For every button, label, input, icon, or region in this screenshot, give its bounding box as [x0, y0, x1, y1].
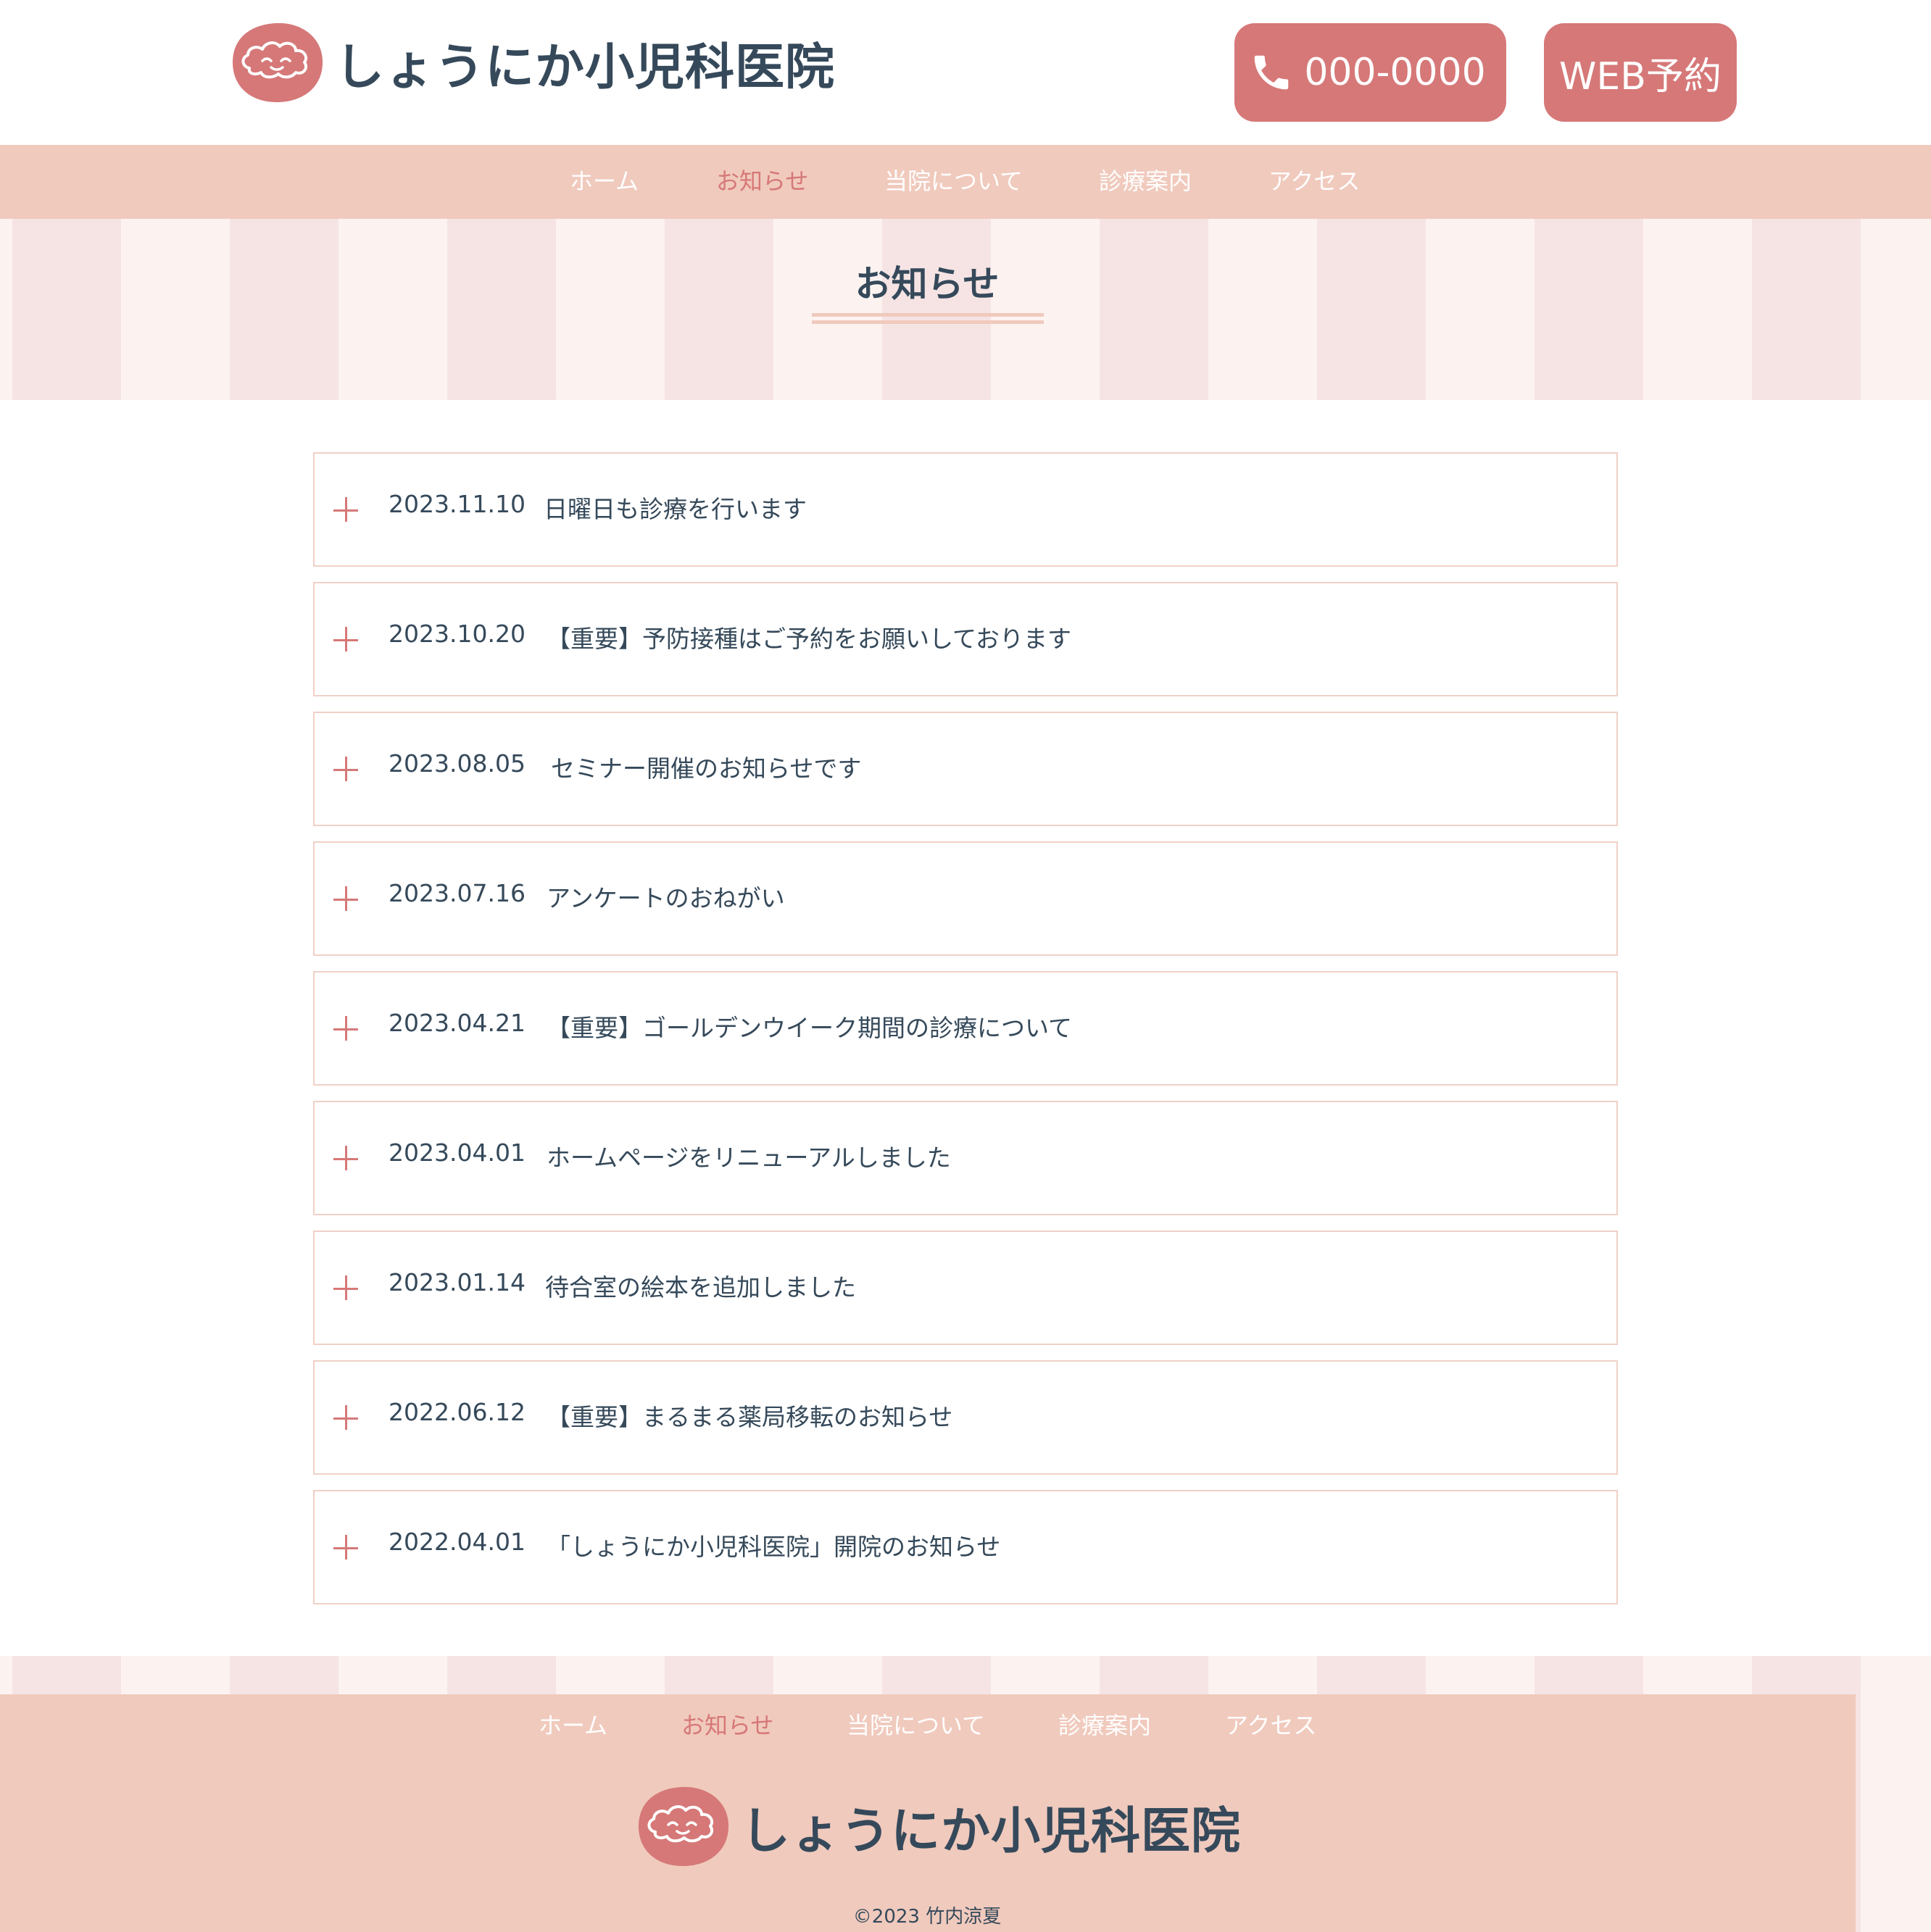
page-hero: [0, 219, 1931, 400]
news-item[interactable]: 2023.11.10 日曜日も診療を行います: [313, 452, 1618, 567]
news-date: 2023.07.16: [389, 879, 526, 907]
news-item[interactable]: 2023.08.05 セミナー開催のお知らせです: [313, 712, 1618, 826]
news-date: 2022.04.01: [389, 1528, 526, 1556]
plus-icon[interactable]: [333, 1015, 362, 1044]
nav-item-about[interactable]: 当院について: [884, 145, 1023, 219]
news-date: 2023.08.05: [389, 749, 526, 778]
news-item[interactable]: 2023.04.21 【重要】ゴールデンウイーク期間の診療について: [313, 971, 1618, 1086]
nav-item-home[interactable]: ホーム: [570, 145, 639, 219]
phone-icon: [1255, 55, 1289, 90]
global-nav: ホーム お知らせ 当院について 診療案内 アクセス: [0, 145, 1931, 219]
footer-nav-item-news[interactable]: お知らせ: [681, 1700, 773, 1751]
news-title: 待合室の絵本を追加しました: [545, 1273, 856, 1302]
plus-icon[interactable]: [333, 1533, 362, 1562]
news-date: 2023.04.21: [389, 1009, 526, 1037]
plus-icon[interactable]: [333, 1274, 362, 1303]
footer-nav-item-home[interactable]: ホーム: [539, 1700, 607, 1751]
plus-icon[interactable]: [333, 496, 362, 525]
news-item[interactable]: 2023.07.16 アンケートのおねがい: [313, 841, 1618, 956]
news-item[interactable]: 2023.01.14 待合室の絵本を追加しました: [313, 1231, 1618, 1345]
news-title: 【重要】予防接種はご予約をお願いしております: [547, 625, 1072, 653]
news-title: 「しょうにか小児科医院」開院のお知らせ: [547, 1533, 1001, 1561]
news-date: 2023.10.20: [389, 620, 526, 648]
news-date: 2023.01.14: [389, 1268, 526, 1296]
nav-item-services[interactable]: 診療案内: [1099, 145, 1192, 219]
plus-icon[interactable]: [333, 625, 362, 654]
news-title: 【重要】まるまる薬局移転のお知らせ: [547, 1403, 953, 1431]
news-item[interactable]: 2023.10.20 【重要】予防接種はご予約をお願いしております: [313, 582, 1618, 696]
footer-site-name: しょうにか小児科医院: [741, 1802, 1242, 1860]
news-title: 【重要】ゴールデンウイーク期間の診療について: [547, 1014, 1073, 1042]
news-date: 2022.06.12: [389, 1398, 526, 1426]
news-date: 2023.04.01: [389, 1138, 526, 1167]
footer-nav-item-about[interactable]: 当院について: [847, 1700, 985, 1751]
footer-logo[interactable]: しょうにか小児科医院: [636, 1783, 1241, 1870]
news-item[interactable]: 2022.06.12 【重要】まるまる薬局移転のお知らせ: [313, 1360, 1618, 1475]
news-item[interactable]: 2023.04.01 ホームページをリニューアルしました: [313, 1101, 1618, 1215]
footer-nav-item-services[interactable]: 診療案内: [1058, 1700, 1151, 1751]
site-header: しょうにか小児科医院 000-0000 WEB予約: [0, 0, 1931, 145]
plus-icon[interactable]: [333, 755, 362, 784]
news-date: 2023.11.10: [389, 490, 526, 518]
cloud-face-logo-icon: [233, 22, 323, 102]
plus-icon[interactable]: [333, 1144, 362, 1173]
news-title: セミナー開催のお知らせです: [551, 754, 862, 783]
phone-call-button[interactable]: 000-0000: [1234, 23, 1506, 122]
site-name: しょうにか小児科医院: [335, 38, 836, 96]
nav-item-access[interactable]: アクセス: [1268, 145, 1360, 219]
nav-item-news[interactable]: お知らせ: [716, 145, 808, 219]
plus-icon[interactable]: [333, 1404, 362, 1433]
cloud-face-logo-icon: [639, 1786, 729, 1866]
header-logo[interactable]: しょうにか小児科医院: [231, 19, 835, 106]
page-title: お知らせ: [855, 263, 1000, 305]
plus-icon[interactable]: [333, 885, 362, 914]
copyright: ©2023 竹内涼夏: [852, 1906, 1002, 1928]
web-reservation-label: WEB予約: [1559, 54, 1722, 99]
title-underline: [812, 313, 1044, 317]
web-reservation-button[interactable]: WEB予約: [1544, 23, 1737, 122]
news-item[interactable]: 2022.04.01 「しょうにか小児科医院」開院のお知らせ: [313, 1490, 1618, 1604]
news-title: ホームページをリニューアルしました: [547, 1144, 951, 1172]
phone-number: 000-0000: [1304, 51, 1486, 94]
news-title: アンケートのおねがい: [547, 884, 785, 912]
footer-nav-item-access[interactable]: アクセス: [1225, 1700, 1316, 1751]
news-title: 日曜日も診療を行います: [544, 495, 807, 523]
title-underline: [812, 320, 1044, 324]
